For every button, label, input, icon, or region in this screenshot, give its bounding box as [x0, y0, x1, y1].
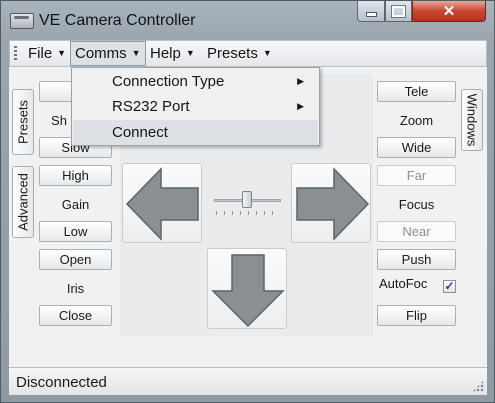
arrow-down-icon [211, 254, 285, 328]
chevron-right-icon: ▶ [297, 76, 304, 86]
chevron-down-icon: ▼ [262, 48, 272, 58]
menu-presets[interactable]: Presets ▼ [203, 42, 276, 65]
iris-label: Iris [66, 281, 85, 296]
chevron-right-icon: ▶ [297, 101, 304, 111]
autofocus-label: AutoFoc [379, 276, 428, 291]
gain-high-button[interactable]: High [39, 165, 112, 186]
menu-file-label: File [28, 45, 53, 62]
arrow-right-icon [296, 167, 370, 241]
maximize-button[interactable] [385, 1, 412, 22]
comms-dropdown-menu: Connection Type ▶ RS232 Port ▶ Connect [71, 67, 320, 146]
tab-advanced[interactable]: Advanced [12, 166, 34, 238]
chevron-down-icon: ▼ [57, 48, 67, 58]
gain-low-button[interactable]: Low [39, 221, 112, 242]
close-button[interactable]: ✕ [412, 1, 486, 22]
title-bar[interactable]: VE Camera Controller ✕ [1, 1, 494, 39]
menu-item-connection-type-label: Connection Type [112, 73, 225, 90]
tab-presets-label: Presets [15, 99, 31, 145]
window-title: VE Camera Controller [39, 12, 196, 29]
menu-bar: File ▼ Comms ▼ Help ▼ Presets ▼ [9, 40, 487, 67]
focus-near-button[interactable]: Near [377, 221, 456, 242]
speed-slider-thumb[interactable] [242, 191, 252, 208]
menu-item-rs232-port-label: RS232 Port [112, 98, 190, 115]
menu-item-connection-type[interactable]: Connection Type ▶ [73, 69, 318, 94]
zoom-label: Zoom [399, 113, 434, 128]
menu-item-connect-label: Connect [112, 124, 168, 141]
gain-label: Gain [61, 197, 90, 212]
zoom-tele-button[interactable]: Tele [377, 81, 456, 102]
focus-push-button[interactable]: Push [377, 249, 456, 270]
chevron-down-icon: ▼ [185, 48, 195, 58]
autofocus-checkbox[interactable]: ✓ [443, 280, 456, 293]
menu-file[interactable]: File ▼ [24, 42, 70, 65]
pan-right-button[interactable] [291, 163, 371, 243]
maximize-icon [391, 4, 406, 18]
menu-help-label: Help [150, 45, 181, 62]
focus-far-button[interactable]: Far [377, 165, 456, 186]
resize-grip-icon[interactable] [472, 380, 484, 392]
tab-windows[interactable]: Windows [461, 89, 483, 151]
menu-help[interactable]: Help ▼ [146, 42, 199, 65]
zoom-wide-button[interactable]: Wide [377, 137, 456, 158]
tilt-down-button[interactable] [207, 248, 287, 329]
speed-slider-ticks [216, 211, 279, 215]
app-icon [10, 13, 34, 29]
minimize-icon [365, 11, 377, 17]
close-icon: ✕ [442, 2, 456, 20]
menu-presets-label: Presets [207, 45, 258, 62]
arrow-left-icon [125, 167, 199, 241]
menu-item-connect[interactable]: Connect [73, 120, 318, 145]
iris-open-button[interactable]: Open [39, 249, 112, 270]
toolbar-grip-icon[interactable] [14, 46, 17, 62]
tab-windows-label: Windows [464, 93, 480, 147]
menu-comms[interactable]: Comms ▼ [70, 41, 146, 66]
minimize-button[interactable] [357, 1, 385, 22]
status-bar: Disconnected [9, 367, 487, 395]
tab-advanced-label: Advanced [15, 173, 31, 231]
menu-comms-label: Comms [75, 45, 127, 62]
flip-button[interactable]: Flip [377, 305, 456, 326]
chevron-down-icon: ▼ [131, 48, 141, 58]
focus-label: Focus [398, 197, 435, 212]
iris-close-button[interactable]: Close [39, 305, 112, 326]
pan-left-button[interactable] [122, 163, 202, 243]
tab-presets[interactable]: Presets [12, 89, 34, 155]
camera-controller-window: VE Camera Controller ✕ File ▼ Comms ▼ Help… [0, 0, 495, 403]
connection-status: Disconnected [16, 374, 107, 391]
menu-item-rs232-port[interactable]: RS232 Port ▶ [73, 94, 318, 119]
